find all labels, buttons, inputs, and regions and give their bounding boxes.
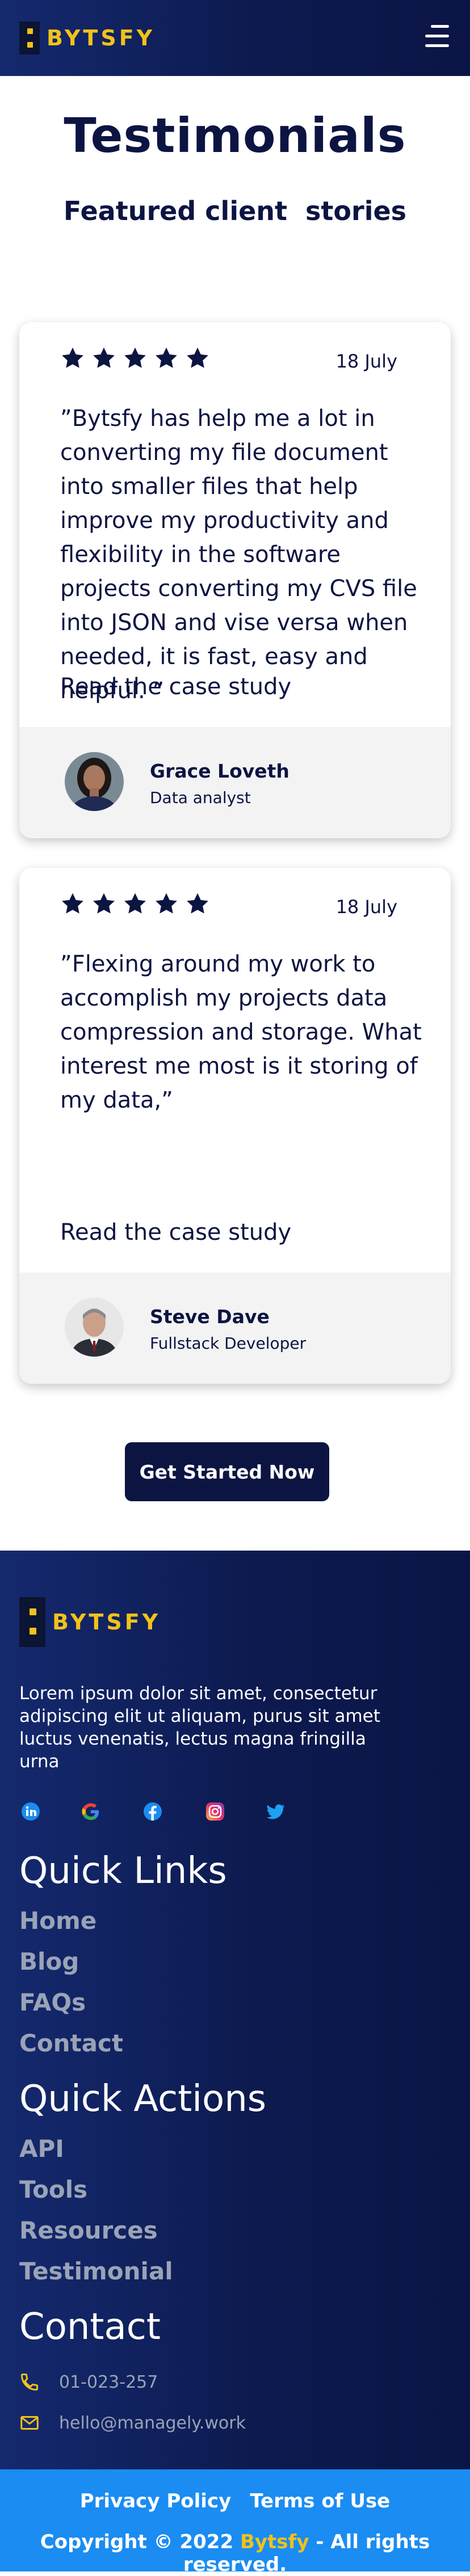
quick-actions-heading: Quick Actions bbox=[19, 2078, 267, 2120]
author-role: Fullstack Developer bbox=[150, 1334, 307, 1353]
testimonial-author: Steve Dave Fullstack Developer bbox=[19, 1273, 451, 1384]
footer: BYTSFY Lorem ipsum dolor sit amet, conse… bbox=[0, 1551, 470, 2469]
mail-icon bbox=[20, 2416, 39, 2430]
star-icon bbox=[62, 347, 83, 368]
testimonial-card: 18 July ”Flexing around my work to accom… bbox=[19, 868, 451, 1384]
page-subtitle: Featured client stories bbox=[63, 196, 407, 226]
star-icon bbox=[156, 347, 177, 368]
star-icon bbox=[93, 893, 115, 914]
author-role: Data analyst bbox=[150, 788, 251, 807]
star-rating bbox=[60, 892, 210, 917]
footer-brand-logo[interactable]: BYTSFY bbox=[19, 1597, 161, 1647]
testimonial-quote: ”Flexing around my work to accomplish my… bbox=[60, 951, 422, 1113]
star-icon bbox=[156, 893, 177, 914]
brand-logo[interactable]: BYTSFY bbox=[19, 22, 155, 54]
email-address: hello@managely.work bbox=[59, 2413, 246, 2433]
logo-mark-icon bbox=[19, 22, 40, 54]
footer-link-contact[interactable]: Contact bbox=[19, 2029, 123, 2057]
contact-email[interactable]: hello@managely.work bbox=[19, 2413, 246, 2433]
testimonial-quote: ”Bytsfy has help me a lot in converting … bbox=[60, 406, 417, 704]
footer-link-home[interactable]: Home bbox=[19, 1907, 96, 1935]
hamburger-menu-icon[interactable] bbox=[425, 25, 449, 48]
legal-bar: Privacy Policy Terms of Use Copyright © … bbox=[0, 2469, 470, 2576]
facebook-icon[interactable] bbox=[141, 1800, 164, 1823]
top-navbar: BYTSFY bbox=[0, 0, 470, 76]
star-icon bbox=[93, 347, 115, 368]
copyright-text: Copyright © 2022 Bytsfy - All rights res… bbox=[0, 2531, 470, 2576]
copyright-brand[interactable]: Bytsfy bbox=[240, 2531, 309, 2553]
testimonial-card: 18 July ”Bytsfy has help me a lot in con… bbox=[19, 322, 451, 838]
contact-heading: Contact bbox=[19, 2306, 161, 2348]
footer-link-api[interactable]: API bbox=[19, 2135, 64, 2163]
phone-number: 01-023-257 bbox=[59, 2372, 158, 2392]
copyright-prefix: Copyright © 2022 bbox=[40, 2531, 234, 2553]
author-name: Grace Loveth bbox=[150, 760, 289, 782]
privacy-policy-link[interactable]: Privacy Policy bbox=[80, 2490, 232, 2512]
contact-phone[interactable]: 01-023-257 bbox=[19, 2372, 158, 2392]
logo-mark-icon bbox=[19, 1597, 45, 1647]
star-rating bbox=[60, 346, 210, 371]
star-icon bbox=[187, 347, 208, 368]
footer-link-tools[interactable]: Tools bbox=[19, 2176, 87, 2203]
star-icon bbox=[124, 347, 146, 368]
twitter-icon[interactable] bbox=[264, 1800, 287, 1823]
testimonial-date: 18 July bbox=[335, 350, 397, 372]
avatar bbox=[65, 752, 124, 811]
legal-links: Privacy Policy Terms of Use bbox=[0, 2490, 470, 2512]
star-icon bbox=[187, 893, 208, 914]
instagram-icon[interactable] bbox=[204, 1800, 226, 1823]
google-icon[interactable] bbox=[79, 1800, 102, 1823]
footer-link-resources[interactable]: Resources bbox=[19, 2216, 158, 2244]
footer-link-blog[interactable]: Blog bbox=[19, 1948, 79, 1975]
brand-name: BYTSFY bbox=[47, 26, 156, 50]
avatar bbox=[65, 1298, 124, 1357]
author-name: Steve Dave bbox=[150, 1306, 270, 1328]
terms-of-use-link[interactable]: Terms of Use bbox=[250, 2490, 390, 2512]
testimonial-author: Grace Loveth Data analyst bbox=[19, 727, 451, 838]
page-title: Testimonials bbox=[64, 108, 406, 163]
star-icon bbox=[62, 893, 83, 914]
testimonial-date: 18 July bbox=[335, 896, 397, 918]
read-case-study-link[interactable]: Read the case study bbox=[60, 1219, 291, 1245]
star-icon bbox=[124, 893, 146, 914]
read-case-study-link[interactable]: Read the case study bbox=[60, 674, 291, 700]
footer-link-testimonial[interactable]: Testimonial bbox=[19, 2257, 173, 2285]
footer-description: Lorem ipsum dolor sit amet, consectetur … bbox=[19, 1683, 380, 1772]
get-started-button[interactable]: Get Started Now bbox=[125, 1442, 329, 1501]
linkedin-icon[interactable] bbox=[19, 1800, 42, 1823]
quick-links-heading: Quick Links bbox=[19, 1850, 227, 1892]
phone-icon bbox=[20, 2374, 38, 2391]
footer-brand-name: BYTSFY bbox=[52, 1610, 161, 1635]
footer-link-faqs[interactable]: FAQs bbox=[19, 1988, 86, 2016]
